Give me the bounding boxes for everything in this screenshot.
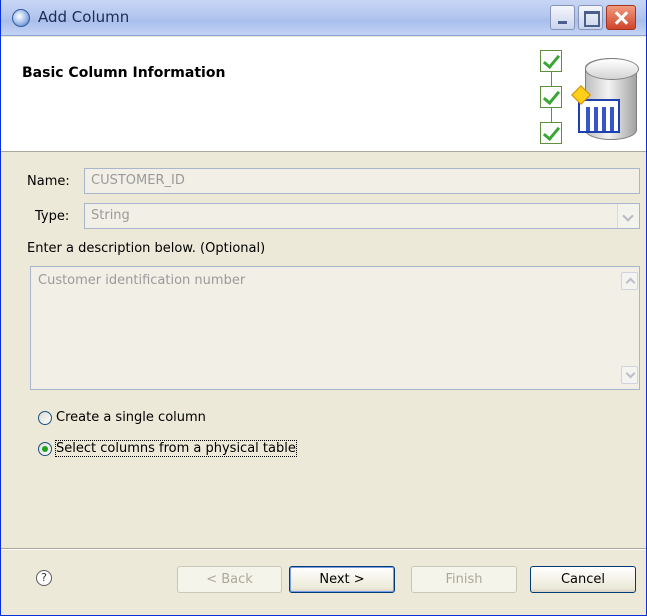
description-field[interactable]: Customer identification number	[30, 266, 640, 390]
maximize-button[interactable]	[578, 5, 603, 30]
checkmark-icon	[540, 50, 562, 72]
connector	[551, 72, 552, 86]
page-title: Basic Column Information	[22, 65, 226, 81]
database-wizard-icon	[540, 50, 644, 147]
window-title: Add Column	[38, 8, 130, 26]
scroll-up-icon[interactable]	[621, 272, 638, 290]
type-value: String	[91, 208, 130, 223]
table-icon	[578, 99, 620, 133]
type-label: Type:	[35, 209, 70, 224]
next-button[interactable]: Next >	[289, 566, 395, 593]
checkmark-icon	[540, 122, 562, 144]
close-button[interactable]	[606, 5, 636, 30]
add-column-dialog: Add Column Basic Column Information Name…	[0, 0, 647, 616]
radio-button[interactable]	[38, 411, 52, 425]
name-value: CUSTOMER_ID	[91, 173, 185, 188]
scroll-down-icon[interactable]	[621, 366, 638, 384]
vertical-scrollbar[interactable]	[619, 267, 639, 389]
type-select[interactable]: String	[84, 203, 640, 229]
description-value: Customer identification number	[38, 273, 246, 288]
checkmark-icon	[540, 86, 562, 108]
radio-button[interactable]	[38, 442, 52, 456]
radio-select-physical-table[interactable]: Select columns from a physical table	[38, 440, 328, 459]
connector	[551, 108, 552, 122]
back-button[interactable]: < Back	[177, 566, 282, 593]
description-label: Enter a description below. (Optional)	[27, 241, 266, 256]
chevron-down-icon[interactable]	[617, 204, 639, 228]
name-label: Name:	[27, 174, 70, 189]
finish-button[interactable]: Finish	[411, 566, 517, 593]
title-bar[interactable]: Add Column	[1, 0, 646, 36]
radio-label: Select columns from a physical table	[55, 440, 297, 457]
minimize-button[interactable]	[550, 5, 575, 30]
wizard-banner: Basic Column Information	[1, 37, 646, 152]
radio-create-single-column[interactable]: Create a single column	[38, 410, 238, 428]
footer-divider	[1, 548, 646, 550]
app-icon	[12, 9, 30, 27]
radio-label: Create a single column	[56, 410, 206, 425]
help-icon[interactable]: ?	[36, 570, 52, 586]
cancel-button[interactable]: Cancel	[530, 566, 636, 593]
name-field[interactable]: CUSTOMER_ID	[84, 168, 640, 194]
